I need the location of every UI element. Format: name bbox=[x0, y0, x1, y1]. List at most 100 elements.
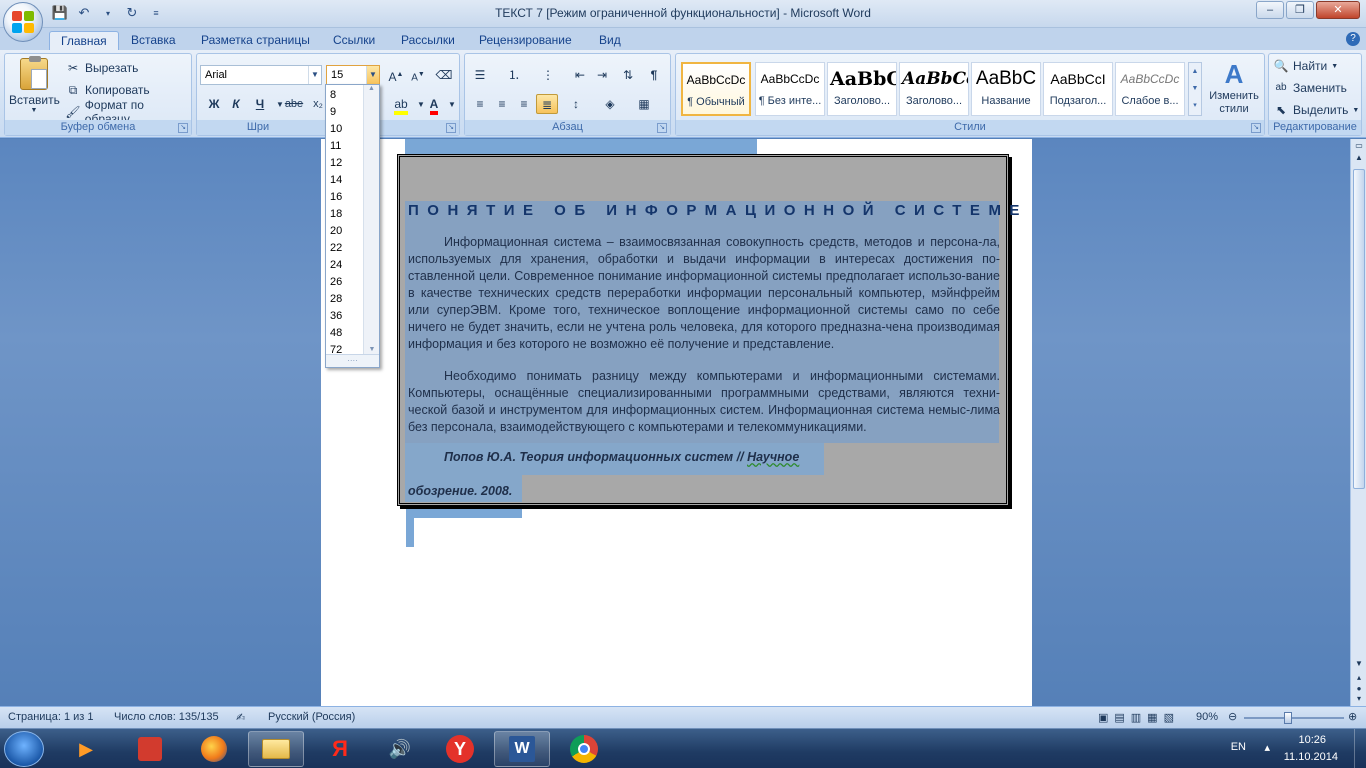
shrink-font-icon[interactable]: A▼ bbox=[407, 65, 429, 85]
decrease-indent-icon[interactable]: ⇤ bbox=[569, 65, 591, 85]
show-desktop-button[interactable] bbox=[1354, 729, 1366, 768]
firefox-icon[interactable] bbox=[186, 731, 242, 767]
font-size-scrollbar[interactable]: ▲ ▼ bbox=[363, 85, 379, 355]
styles-scroll[interactable]: ▲ ▼ ▾ bbox=[1188, 62, 1202, 116]
zoom-in-icon[interactable]: ⊕ bbox=[1348, 710, 1357, 723]
increase-indent-icon[interactable]: ⇥ bbox=[591, 65, 613, 85]
help-icon[interactable]: ? bbox=[1346, 32, 1360, 46]
font-size-value[interactable]: 15 bbox=[331, 69, 343, 81]
align-center-icon[interactable]: ≡ bbox=[491, 94, 513, 114]
sort-icon[interactable]: ⇅ bbox=[617, 65, 639, 85]
align-right-icon[interactable]: ≡ bbox=[513, 94, 535, 114]
strikethrough-button[interactable]: abe bbox=[283, 94, 305, 114]
yandex-icon[interactable]: Y bbox=[432, 731, 488, 767]
style-normal[interactable]: AaBbCcDc ¶ Обычный bbox=[681, 62, 751, 116]
tab-page-layout[interactable]: Разметка страницы bbox=[190, 31, 321, 50]
ruler-toggle-icon[interactable]: ▭ bbox=[1351, 141, 1366, 153]
replace-button[interactable]: ab Заменить bbox=[1273, 78, 1347, 98]
word-icon[interactable]: W bbox=[494, 731, 550, 767]
yandex-browser-icon[interactable]: Я bbox=[312, 731, 368, 767]
maximize-button[interactable]: ❐ bbox=[1286, 1, 1314, 19]
zoom-slider[interactable] bbox=[1244, 717, 1344, 719]
clipboard-group: Вставить ▼ ✂ Вырезать ⧉ Копировать 🖌 Формат… bbox=[4, 53, 192, 136]
zoom-slider-thumb[interactable] bbox=[1284, 712, 1292, 724]
tab-view[interactable]: Вид bbox=[588, 31, 632, 50]
citation-line-1: Попов Ю.А. Теория информационных систем … bbox=[444, 450, 799, 464]
clear-format-icon[interactable]: ⌫ bbox=[433, 65, 455, 85]
app-red-icon[interactable] bbox=[122, 731, 178, 767]
font-launcher-icon[interactable]: ↘ bbox=[446, 123, 456, 133]
close-button[interactable]: ✕ bbox=[1316, 1, 1360, 19]
find-button[interactable]: 🔍 Найти ▼ bbox=[1273, 56, 1339, 76]
italic-button[interactable]: К bbox=[225, 94, 247, 114]
tab-mailings[interactable]: Рассылки bbox=[390, 31, 466, 50]
format-painter-button[interactable]: 🖌 Формат по образцу bbox=[65, 98, 191, 126]
change-styles-button[interactable]: A Изменить стили bbox=[1206, 58, 1262, 116]
chrome-icon[interactable] bbox=[556, 731, 612, 767]
font-size-combo[interactable]: 15 ▼ bbox=[326, 65, 380, 85]
vertical-scrollbar[interactable]: ▭ ▲ ▼ ▴ ● ▾ bbox=[1350, 139, 1366, 706]
start-button[interactable] bbox=[4, 731, 44, 767]
align-left-icon[interactable]: ≡ bbox=[469, 94, 491, 114]
style-heading-1[interactable]: AaBbC Заголово... bbox=[827, 62, 897, 116]
clock-date[interactable]: 11.10.2014 bbox=[1284, 751, 1338, 763]
page-counter[interactable]: Страница: 1 из 1 bbox=[8, 711, 94, 723]
grow-font-icon[interactable]: A▲ bbox=[385, 65, 407, 85]
office-button[interactable] bbox=[3, 2, 43, 42]
language-indicator[interactable]: Русский (Россия) bbox=[268, 711, 355, 723]
scroll-up-icon[interactable]: ▲ bbox=[1351, 153, 1366, 165]
bold-button[interactable]: Ж bbox=[203, 94, 225, 114]
multilevel-list-icon[interactable]: ⋮ bbox=[537, 65, 559, 85]
scroll-up-icon[interactable]: ▲ bbox=[364, 85, 379, 92]
chevron-down-icon[interactable]: ▼ bbox=[308, 66, 321, 84]
clipboard-launcher-icon[interactable]: ↘ bbox=[178, 123, 188, 133]
tab-insert[interactable]: Вставка bbox=[120, 31, 187, 50]
numbering-icon[interactable]: ⒈ bbox=[503, 65, 525, 85]
font-name-combo[interactable]: Arial ▼ bbox=[200, 65, 322, 85]
highlight-icon[interactable]: ab bbox=[390, 94, 412, 115]
next-page-icon[interactable]: ▾ bbox=[1351, 694, 1366, 706]
chevron-down-icon[interactable]: ▼ bbox=[441, 95, 463, 115]
styles-launcher-icon[interactable]: ↘ bbox=[1251, 123, 1261, 133]
tray-arrow-icon[interactable]: ▴ bbox=[1264, 741, 1270, 754]
tab-home[interactable]: Главная bbox=[49, 31, 119, 50]
minimize-button[interactable]: – bbox=[1256, 1, 1284, 19]
clock-time[interactable]: 10:26 bbox=[1298, 734, 1326, 746]
style-title[interactable]: AaBbC Название bbox=[971, 62, 1041, 116]
justify-icon[interactable]: ≣ bbox=[536, 94, 558, 114]
style-heading-2[interactable]: AaBbCc Заголово... bbox=[899, 62, 969, 116]
ribbon-tabs: Главная Вставка Разметка страницы Ссылки… bbox=[0, 28, 1366, 50]
paste-button[interactable]: Вставить ▼ bbox=[9, 56, 60, 118]
audio-icon[interactable]: 🔊 bbox=[372, 731, 428, 767]
style-subtitle[interactable]: AaBbCcI Подзагол... bbox=[1043, 62, 1113, 116]
show-marks-icon[interactable]: ¶ bbox=[643, 65, 665, 85]
input-language[interactable]: EN bbox=[1231, 741, 1246, 753]
shading-icon[interactable]: ◈ bbox=[599, 94, 621, 114]
text-frame[interactable]: ПОНЯТИЕ ОБ ИНФОРМАЦИОННОЙ СИСТЕМЕ Информ… bbox=[397, 154, 1019, 506]
resize-grip-icon[interactable]: ···· bbox=[326, 354, 379, 367]
tab-references[interactable]: Ссылки bbox=[322, 31, 386, 50]
scroll-down-icon[interactable]: ▼ bbox=[1351, 659, 1366, 671]
paragraph-launcher-icon[interactable]: ↘ bbox=[657, 123, 667, 133]
style-no-spacing[interactable]: AaBbCcDc ¶ Без инте... bbox=[755, 62, 825, 116]
proofing-icon[interactable]: ✍ bbox=[236, 711, 245, 724]
underline-button[interactable]: Ч bbox=[249, 94, 271, 114]
bullets-icon[interactable]: ☰ bbox=[469, 65, 491, 85]
borders-icon[interactable]: ▦ bbox=[633, 94, 655, 114]
view-buttons[interactable]: ▣▤▥▦▧ bbox=[1098, 711, 1180, 724]
word-count[interactable]: Число слов: 135/135 bbox=[114, 711, 219, 723]
scroll-thumb[interactable] bbox=[1353, 169, 1365, 489]
file-explorer-icon[interactable] bbox=[248, 731, 304, 767]
zoom-level[interactable]: 90% bbox=[1196, 711, 1218, 723]
line-spacing-icon[interactable]: ↕ bbox=[565, 94, 587, 114]
style-subtle-emphasis[interactable]: AaBbCcDc Слабое в... bbox=[1115, 62, 1185, 116]
zoom-out-icon[interactable]: ⊖ bbox=[1228, 710, 1237, 723]
font-size-list[interactable]: 8 9 10 11 12 14 16 18 20 22 24 26 28 36 48 72 ▲ ▼ ···· bbox=[325, 84, 380, 368]
media-player-icon[interactable]: ▶ bbox=[58, 731, 114, 767]
scroll-down-icon[interactable]: ▼ bbox=[364, 346, 380, 353]
cut-button[interactable]: ✂ Вырезать bbox=[65, 58, 138, 78]
tab-review[interactable]: Рецензирование bbox=[468, 31, 583, 50]
select-button[interactable]: ⬉ Выделить ▼ bbox=[1273, 100, 1359, 120]
chevron-down-icon[interactable]: ▼ bbox=[366, 66, 379, 84]
copy-button[interactable]: ⧉ Копировать bbox=[65, 80, 150, 100]
